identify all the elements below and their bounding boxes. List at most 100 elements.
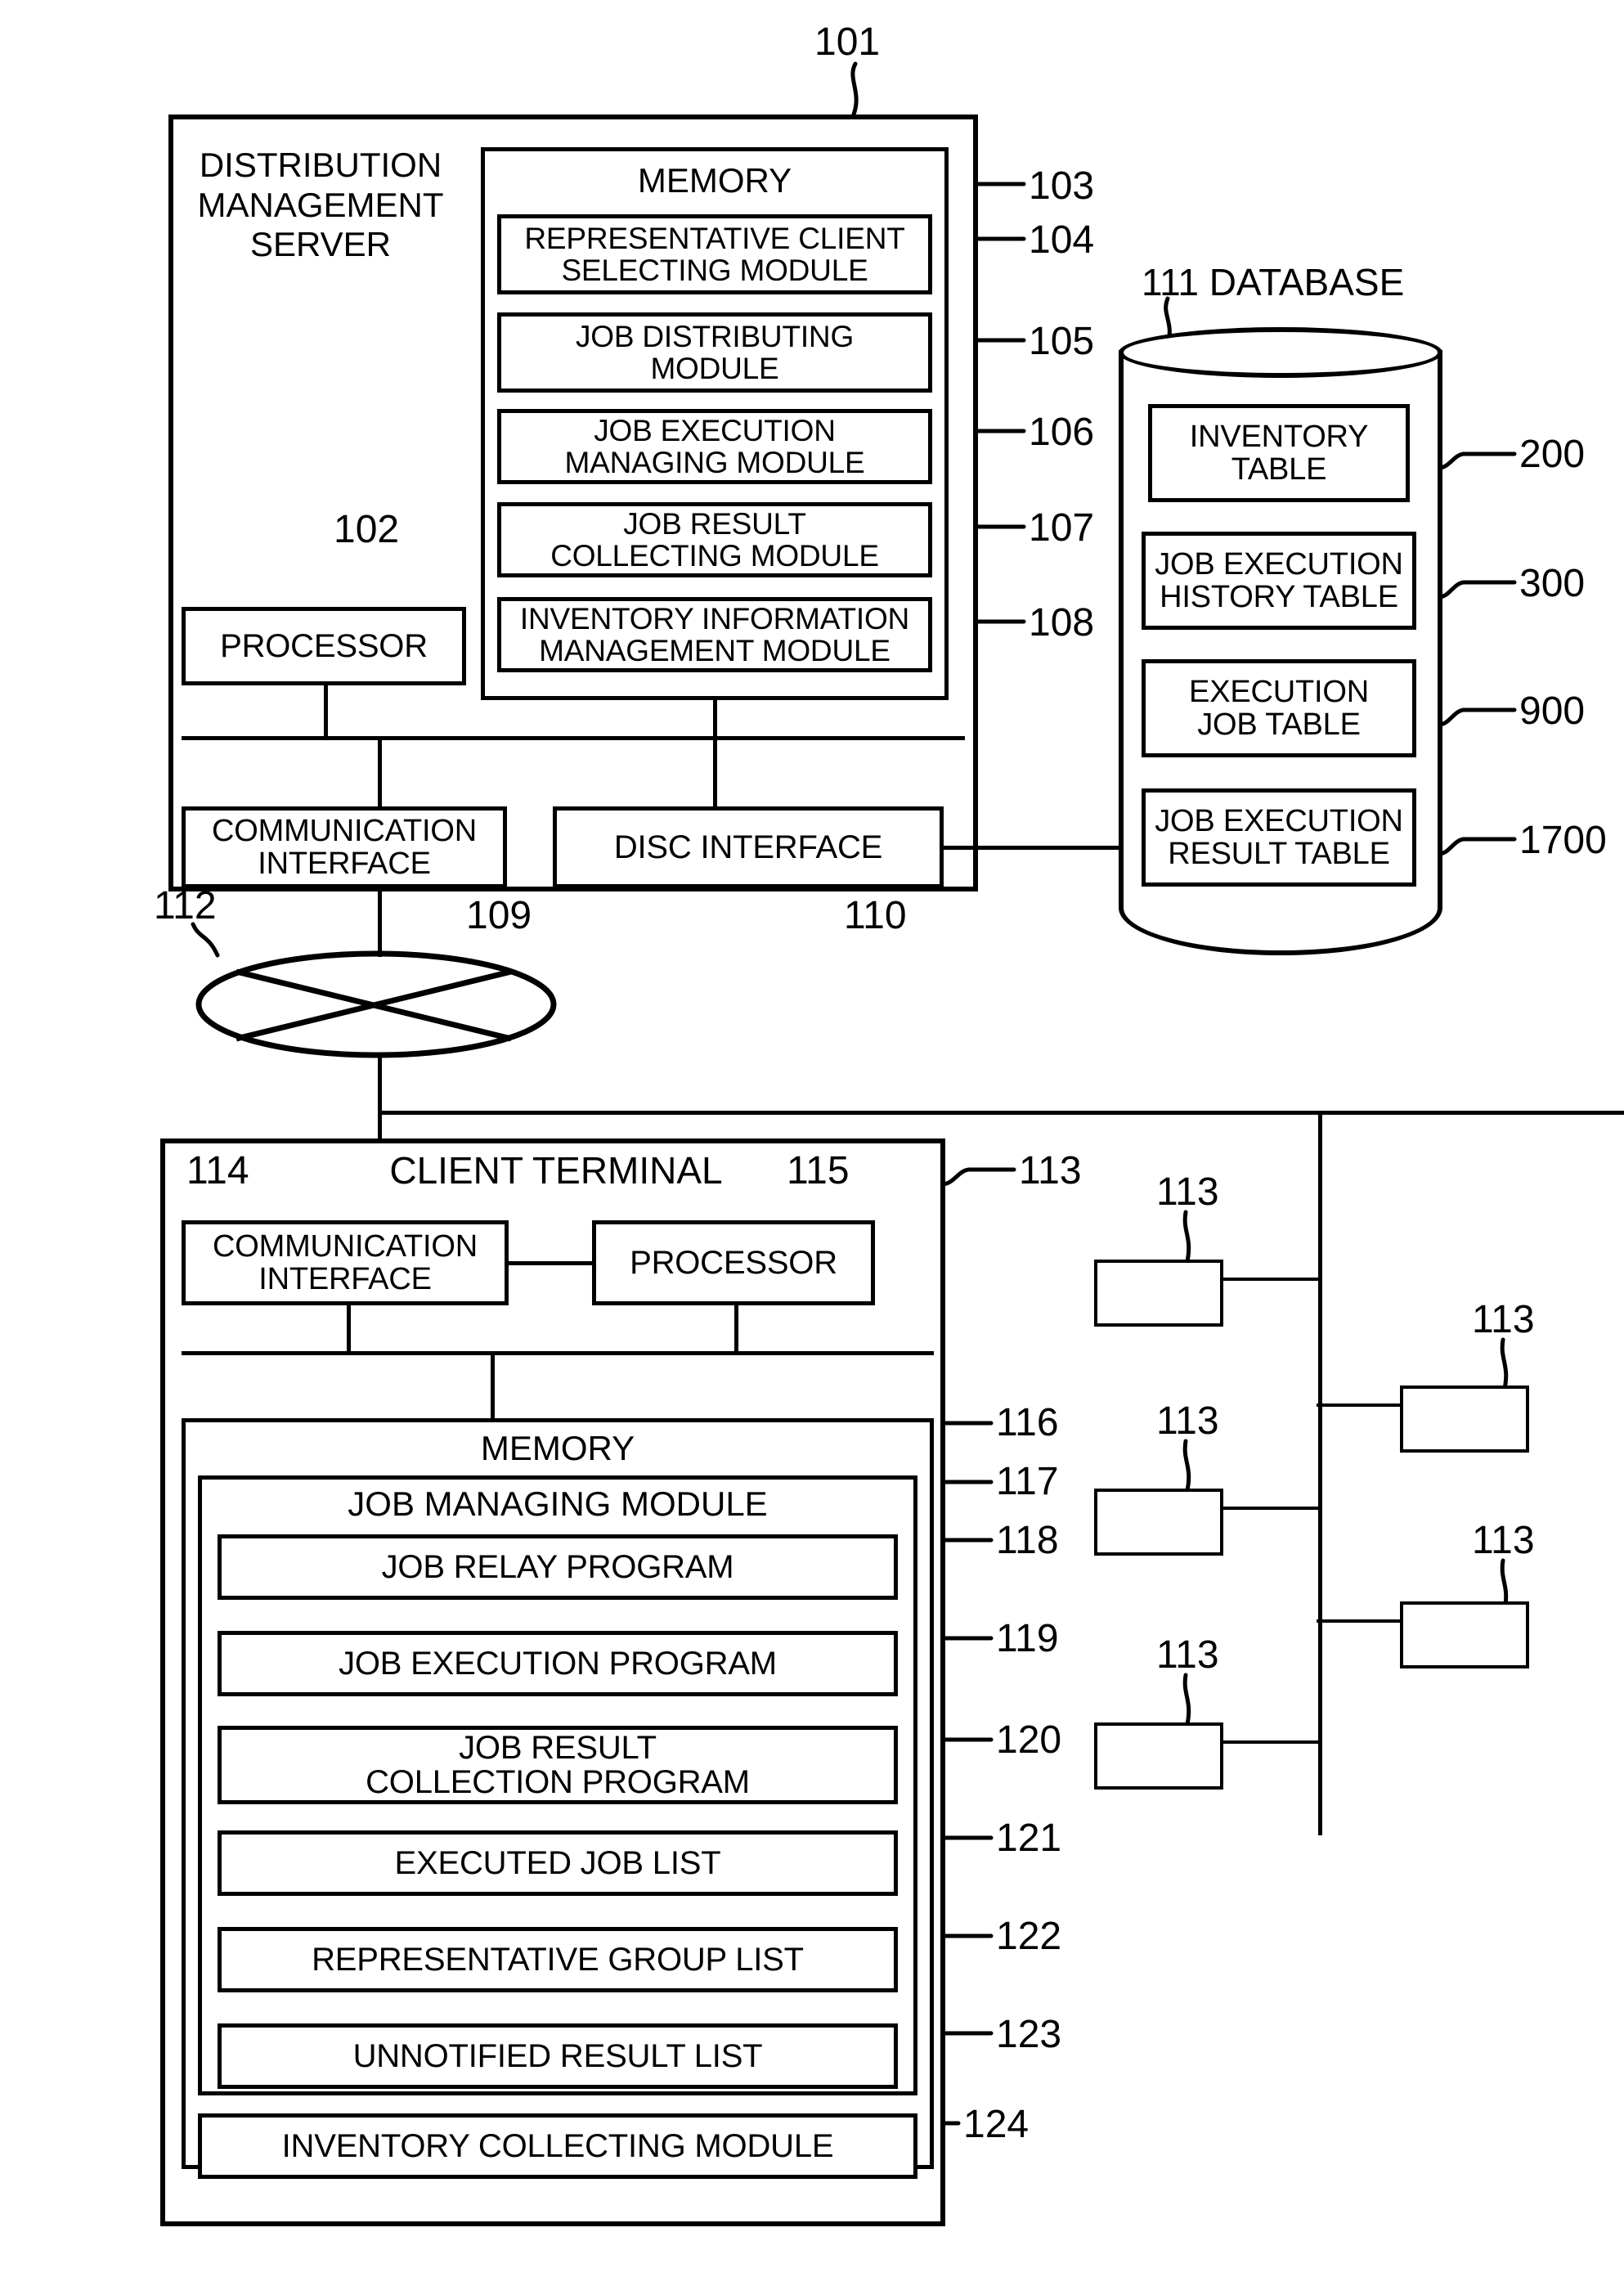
module-job-execution-managing: JOB EXECUTION MANAGING MODULE (497, 409, 932, 484)
server-title: DISTRIBUTION MANAGEMENT SERVER (197, 146, 444, 264)
item-label: JOB EXECUTION PROGRAM (339, 1645, 777, 1682)
item-label: JOB RELAY PROGRAM (381, 1548, 734, 1585)
ref-114: 114 (186, 1149, 249, 1192)
ref-118: 118 (996, 1519, 1059, 1562)
server-disc-interface-box: DISC INTERFACE (553, 806, 944, 888)
module-label: REPRESENTATIVE CLIENT SELECTING MODULE (524, 221, 905, 287)
ref-113-other-5: 113 (1472, 1519, 1535, 1562)
item-job-relay-program: JOB RELAY PROGRAM (218, 1534, 898, 1600)
table-label: JOB EXECUTION RESULT TABLE (1155, 803, 1403, 871)
module-job-distributing: JOB DISTRIBUTING MODULE (497, 312, 932, 393)
table-inventory: INVENTORY TABLE (1148, 404, 1410, 502)
item-label: UNNOTIFIED RESULT LIST (352, 2037, 763, 2074)
item-job-execution-program: JOB EXECUTION PROGRAM (218, 1631, 898, 1696)
module-label: JOB DISTRIBUTING MODULE (575, 319, 855, 385)
table-job-execution-history: JOB EXECUTION HISTORY TABLE (1142, 532, 1416, 630)
ref-113-other-1: 113 (1156, 1170, 1219, 1214)
ref-900: 900 (1519, 689, 1586, 733)
table-label: EXECUTION JOB TABLE (1189, 674, 1369, 742)
ref-119: 119 (996, 1617, 1059, 1660)
ref-123: 123 (996, 2013, 1062, 2056)
module-label: JOB EXECUTION MANAGING MODULE (564, 413, 865, 479)
client-comm-processor-link (505, 1261, 595, 1265)
item-unnotified-result-list: UNNOTIFIED RESULT LIST (218, 2023, 898, 2089)
server-bus-stub-disc (713, 736, 717, 806)
table-label: JOB EXECUTION HISTORY TABLE (1155, 546, 1403, 614)
other-client-box-2 (1094, 1489, 1223, 1556)
disc-to-database-link (944, 846, 1122, 850)
server-bus-stub-processor (324, 685, 328, 738)
ref-200: 200 (1519, 433, 1586, 476)
inventory-collecting-module-box: INVENTORY COLLECTING MODULE (198, 2113, 917, 2179)
client-terminal-title: CLIENT TERMINAL (389, 1149, 723, 1192)
server-bus (182, 736, 965, 740)
ref-1700: 1700 (1519, 819, 1607, 862)
client-bus-stub-processor (734, 1305, 738, 1353)
network-cloud-icon (195, 950, 557, 1058)
table-job-execution-result: JOB EXECUTION RESULT TABLE (1142, 788, 1416, 887)
ref-113-other-3: 113 (1156, 1633, 1219, 1677)
inventory-collecting-module-label: INVENTORY COLLECTING MODULE (281, 2127, 834, 2164)
other-client-box-3 (1094, 1722, 1223, 1790)
client-memory-title: MEMORY (480, 1429, 635, 1467)
ref-120: 120 (996, 1718, 1062, 1762)
server-bus-stub-comm (378, 736, 382, 806)
item-job-result-collection-program: JOB RESULT COLLECTION PROGRAM (218, 1726, 898, 1804)
ref-112: 112 (154, 884, 217, 927)
table-execution-job: EXECUTION JOB TABLE (1142, 659, 1416, 757)
ref-105: 105 (1029, 320, 1095, 363)
ref-117: 117 (996, 1460, 1059, 1503)
item-label: REPRESENTATIVE GROUP LIST (312, 1941, 804, 1978)
client-communication-interface-box: COMMUNICATION INTERFACE (182, 1220, 509, 1305)
ref-103: 103 (1029, 164, 1095, 208)
job-managing-module-title: JOB MANAGING MODULE (348, 1484, 768, 1523)
server-bus-stub-memory (713, 700, 717, 738)
server-communication-interface-label: COMMUNICATION INTERFACE (212, 813, 477, 881)
ref-109: 109 (466, 894, 532, 937)
server-disc-interface-label: DISC INTERFACE (613, 829, 883, 865)
module-job-result-collecting: JOB RESULT COLLECTING MODULE (497, 502, 932, 577)
database-cylinder-top (1119, 327, 1442, 378)
ref-113-other-2: 113 (1156, 1399, 1219, 1443)
module-label: INVENTORY INFORMATION MANAGEMENT MODULE (519, 601, 910, 667)
client-communication-interface-label: COMMUNICATION INTERFACE (213, 1228, 478, 1296)
ref-116: 116 (996, 1401, 1059, 1444)
server-processor-label: PROCESSOR (220, 627, 428, 664)
database-caption: 111 DATABASE (1142, 261, 1405, 303)
item-representative-group-list: REPRESENTATIVE GROUP LIST (218, 1927, 898, 1992)
ref-113-main: 113 (1019, 1149, 1082, 1192)
table-label: INVENTORY TABLE (1189, 419, 1369, 487)
ref-101: 101 (814, 20, 881, 64)
ref-108: 108 (1029, 601, 1095, 644)
other-client-link-3 (1223, 1740, 1320, 1744)
client-bus (182, 1351, 934, 1355)
item-label: JOB RESULT COLLECTION PROGRAM (366, 1729, 750, 1800)
client-bus-stub-comm (347, 1305, 351, 1353)
other-client-box-5 (1400, 1601, 1529, 1668)
other-client-link-5 (1317, 1619, 1402, 1623)
client-bus-stub-memory (491, 1351, 495, 1418)
ref-107: 107 (1029, 506, 1095, 550)
module-representative-client-selecting: REPRESENTATIVE CLIENT SELECTING MODULE (497, 214, 932, 294)
item-label: EXECUTED JOB LIST (394, 1844, 721, 1881)
server-to-network-link (378, 888, 382, 957)
other-client-box-4 (1400, 1386, 1529, 1453)
ref-300: 300 (1519, 562, 1586, 605)
ref-104: 104 (1029, 218, 1095, 262)
ref-122: 122 (996, 1915, 1062, 1958)
client-processor-box: PROCESSOR (592, 1220, 875, 1305)
client-network-trunk (1318, 1111, 1322, 1835)
client-processor-label: PROCESSOR (630, 1244, 837, 1281)
module-label: JOB RESULT COLLECTING MODULE (550, 506, 879, 573)
ref-113-other-4: 113 (1472, 1298, 1535, 1341)
ref-115: 115 (787, 1149, 850, 1192)
ref-102: 102 (334, 508, 400, 551)
patent-figure: DISTRIBUTION MANAGEMENT SERVER 101 MEMOR… (0, 0, 1624, 2277)
other-client-box-1 (1094, 1260, 1223, 1327)
other-client-link-1 (1223, 1278, 1320, 1281)
other-client-link-4 (1317, 1403, 1402, 1407)
server-communication-interface-box: COMMUNICATION INTERFACE (182, 806, 507, 888)
ref-106: 106 (1029, 411, 1095, 454)
item-executed-job-list: EXECUTED JOB LIST (218, 1830, 898, 1896)
module-inventory-information-management: INVENTORY INFORMATION MANAGEMENT MODULE (497, 597, 932, 672)
